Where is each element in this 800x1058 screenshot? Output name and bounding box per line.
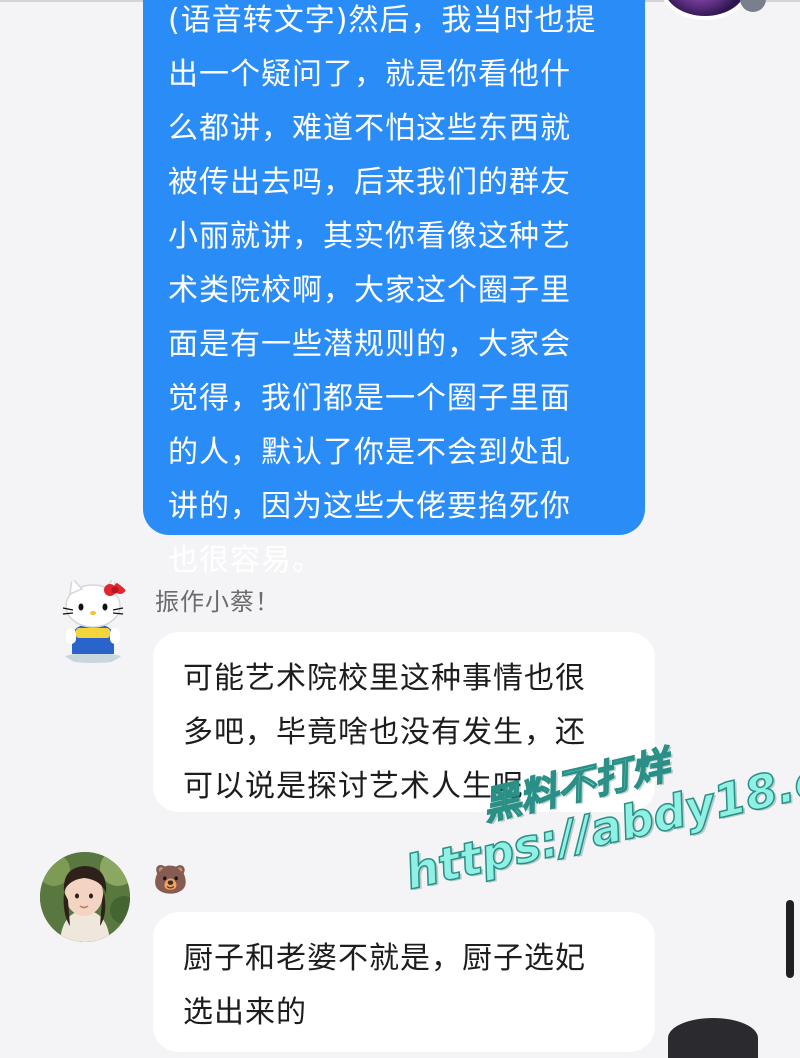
sender-name: 振作小蔡！ bbox=[155, 588, 280, 616]
message-bubble-incoming[interactable]: 厨子和老婆不就是，厨子选妃 选出来的 bbox=[153, 912, 655, 1052]
message-bubble-outgoing[interactable]: (语音转文字)然后，我当时也提 出一个疑问了，就是你看他什 么都讲，难道不怕这些… bbox=[143, 0, 645, 578]
online-status-badge bbox=[740, 0, 766, 12]
scrollbar-thumb[interactable] bbox=[786, 900, 794, 978]
user-photo-avatar[interactable] bbox=[40, 852, 130, 942]
user-photo-avatar-image bbox=[40, 852, 130, 942]
top-user-avatar[interactable] bbox=[664, 0, 746, 16]
sender-name-bear-emoji: 🐻 bbox=[153, 863, 189, 896]
hello-kitty-avatar-image bbox=[62, 576, 126, 663]
bottom-floating-button[interactable] bbox=[668, 1018, 758, 1058]
hello-kitty-avatar[interactable] bbox=[48, 576, 138, 666]
